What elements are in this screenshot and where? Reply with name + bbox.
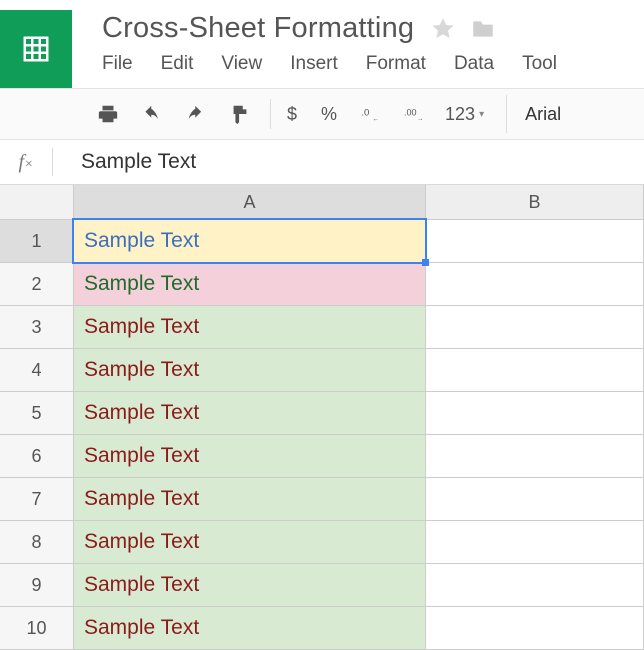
chevron-down-icon: ▾ bbox=[479, 109, 484, 120]
cell[interactable]: Sample Text bbox=[74, 306, 426, 348]
cell[interactable] bbox=[426, 263, 644, 305]
cell[interactable] bbox=[426, 392, 644, 434]
redo-icon[interactable] bbox=[180, 98, 212, 130]
table-row: 7Sample Text bbox=[0, 478, 644, 521]
percent-button[interactable]: % bbox=[315, 98, 343, 130]
table-row: 8Sample Text bbox=[0, 521, 644, 564]
row-header[interactable]: 2 bbox=[0, 263, 74, 305]
cell[interactable] bbox=[426, 349, 644, 391]
increase-decimal-button[interactable]: .00→ bbox=[399, 98, 431, 130]
column-header-a[interactable]: A bbox=[74, 185, 426, 219]
doc-title[interactable]: Cross-Sheet Formatting bbox=[102, 12, 414, 45]
svg-text:←: ← bbox=[372, 116, 379, 123]
svg-text:.0: .0 bbox=[361, 107, 369, 118]
table-row: 10Sample Text bbox=[0, 607, 644, 650]
column-header-b[interactable]: B bbox=[426, 185, 644, 219]
cell[interactable] bbox=[426, 521, 644, 563]
table-row: 4Sample Text bbox=[0, 349, 644, 392]
selection-handle[interactable] bbox=[422, 259, 429, 266]
undo-icon[interactable] bbox=[136, 98, 168, 130]
formula-bar: f× Sample Text bbox=[0, 140, 644, 185]
menu-data[interactable]: Data bbox=[454, 53, 494, 75]
row-header[interactable]: 5 bbox=[0, 392, 74, 434]
folder-icon[interactable] bbox=[470, 16, 496, 42]
spreadsheet-grid: A B 1Sample Text2Sample Text3Sample Text… bbox=[0, 185, 644, 650]
svg-text:→: → bbox=[417, 115, 423, 122]
cell[interactable] bbox=[426, 220, 644, 262]
cell[interactable] bbox=[426, 607, 644, 649]
row-header[interactable]: 4 bbox=[0, 349, 74, 391]
menu-tools[interactable]: Tool bbox=[522, 53, 557, 75]
cell[interactable]: Sample Text bbox=[74, 564, 426, 606]
cell[interactable] bbox=[426, 435, 644, 477]
app-header: Cross-Sheet Formatting File Edit View In… bbox=[0, 0, 644, 88]
row-header[interactable]: 1 bbox=[0, 220, 74, 262]
cell[interactable]: Sample Text bbox=[74, 220, 426, 262]
separator bbox=[52, 148, 53, 176]
cell[interactable]: Sample Text bbox=[74, 392, 426, 434]
paint-format-icon[interactable] bbox=[224, 98, 256, 130]
table-row: 2Sample Text bbox=[0, 263, 644, 306]
separator bbox=[270, 99, 271, 129]
menu-bar: File Edit View Insert Format Data Tool bbox=[72, 45, 644, 85]
print-icon[interactable] bbox=[92, 98, 124, 130]
row-header[interactable]: 10 bbox=[0, 607, 74, 649]
currency-button[interactable]: $ bbox=[281, 98, 303, 130]
menu-file[interactable]: File bbox=[102, 53, 133, 75]
table-row: 9Sample Text bbox=[0, 564, 644, 607]
cell[interactable] bbox=[426, 564, 644, 606]
font-selector[interactable]: Arial bbox=[506, 95, 579, 133]
number-format-label: 123 bbox=[445, 104, 475, 125]
cell[interactable]: Sample Text bbox=[74, 607, 426, 649]
number-format-button[interactable]: 123 ▾ bbox=[443, 98, 486, 130]
fx-icon: f× bbox=[0, 151, 52, 174]
formula-input[interactable]: Sample Text bbox=[81, 150, 196, 174]
select-all-corner[interactable] bbox=[0, 185, 74, 219]
table-row: 6Sample Text bbox=[0, 435, 644, 478]
row-header[interactable]: 3 bbox=[0, 306, 74, 348]
row-header[interactable]: 9 bbox=[0, 564, 74, 606]
menu-edit[interactable]: Edit bbox=[161, 53, 194, 75]
row-header[interactable]: 6 bbox=[0, 435, 74, 477]
table-row: 1Sample Text bbox=[0, 220, 644, 263]
cell[interactable]: Sample Text bbox=[74, 349, 426, 391]
svg-text:.00: .00 bbox=[404, 107, 417, 117]
cell[interactable]: Sample Text bbox=[74, 435, 426, 477]
decrease-decimal-button[interactable]: .0← bbox=[355, 98, 387, 130]
table-row: 3Sample Text bbox=[0, 306, 644, 349]
star-icon[interactable] bbox=[430, 16, 456, 42]
menu-format[interactable]: Format bbox=[366, 53, 426, 75]
cell[interactable]: Sample Text bbox=[74, 521, 426, 563]
row-header[interactable]: 7 bbox=[0, 478, 74, 520]
cell[interactable]: Sample Text bbox=[74, 263, 426, 305]
menu-insert[interactable]: Insert bbox=[290, 53, 338, 75]
toolbar: $ % .0← .00→ 123 ▾ Arial bbox=[0, 89, 644, 139]
table-row: 5Sample Text bbox=[0, 392, 644, 435]
menu-view[interactable]: View bbox=[221, 53, 262, 75]
cell[interactable] bbox=[426, 306, 644, 348]
row-header[interactable]: 8 bbox=[0, 521, 74, 563]
cell[interactable] bbox=[426, 478, 644, 520]
sheets-logo bbox=[0, 10, 72, 88]
cell[interactable]: Sample Text bbox=[74, 478, 426, 520]
